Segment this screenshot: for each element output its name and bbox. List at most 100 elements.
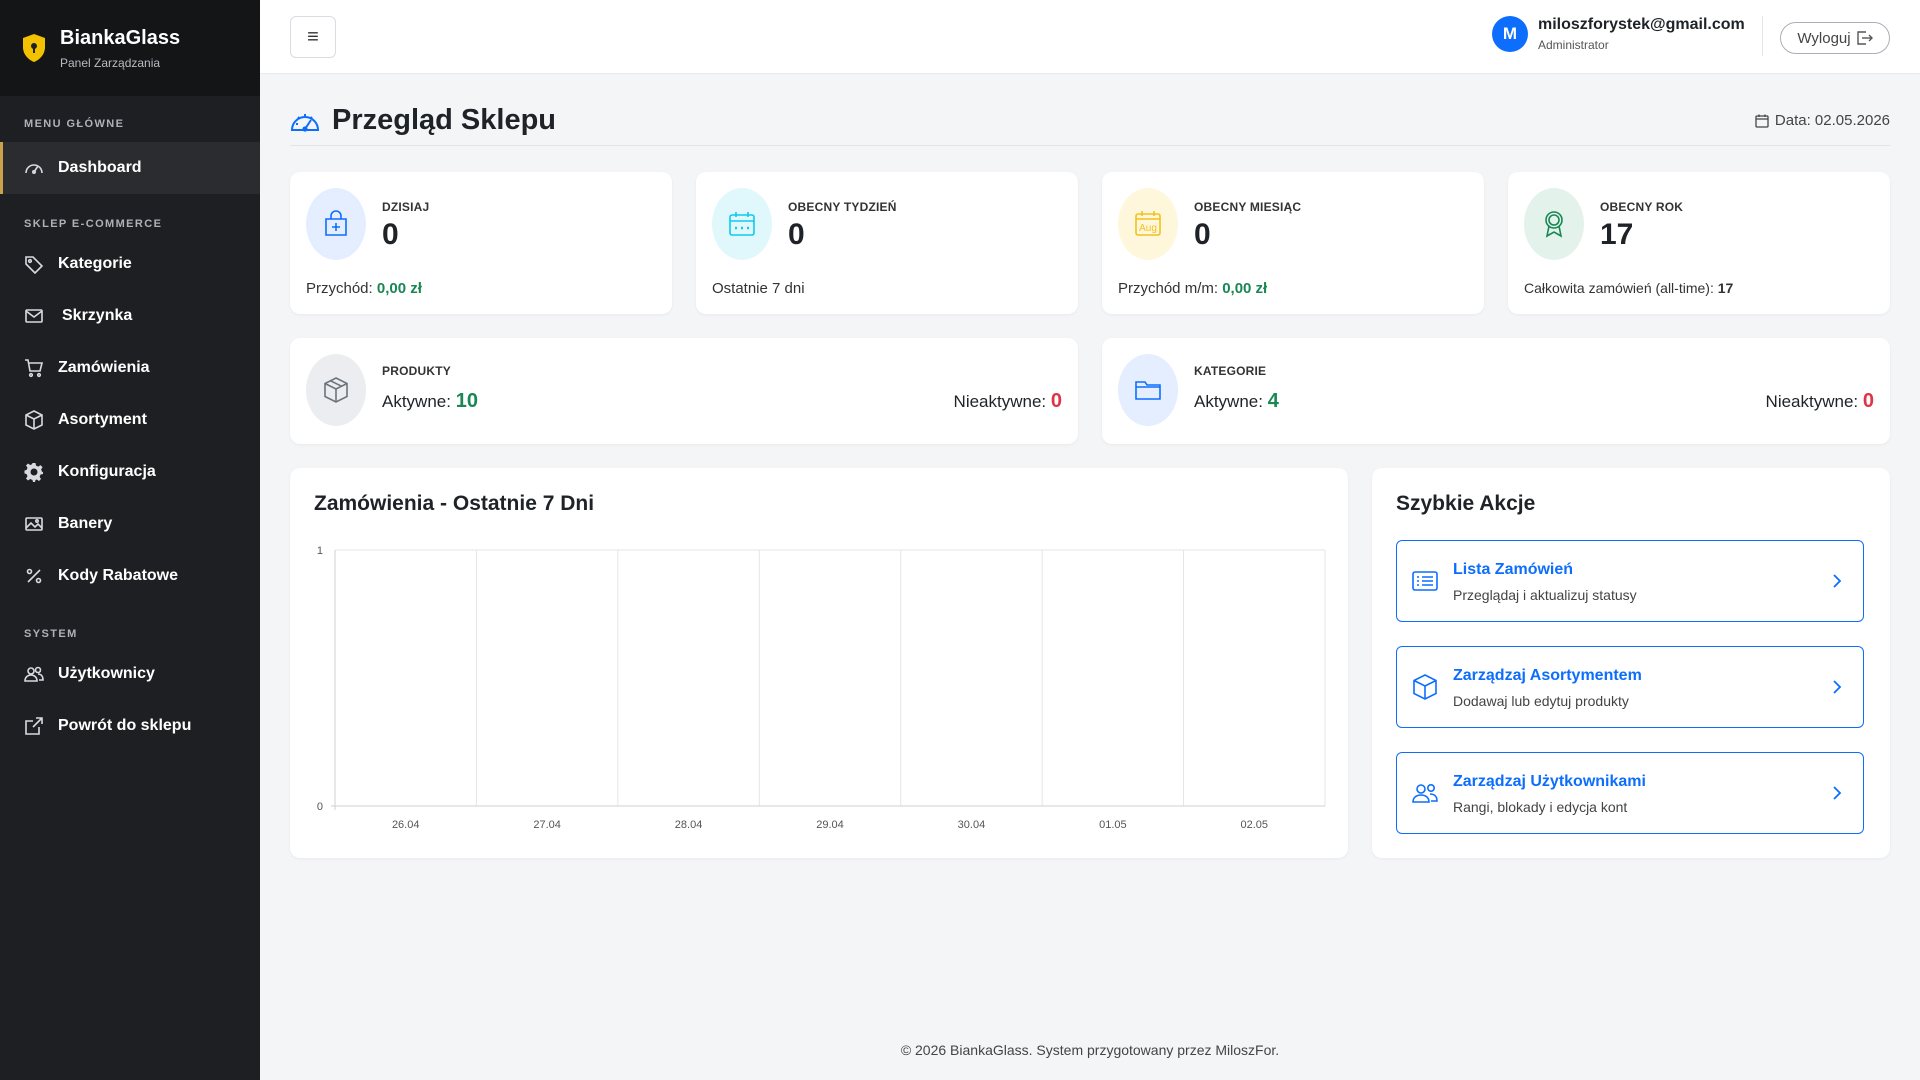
sidebar-item-label: Użytkownicy xyxy=(58,665,155,682)
inactive-count: 0 xyxy=(1050,390,1062,412)
stat-label: PRODUKTY xyxy=(382,364,451,378)
inactive-label: Nieaktywne: xyxy=(953,392,1051,411)
quick-action-manage-users[interactable]: Zarządzaj Użytkownikami Rangi, blokady i… xyxy=(1396,752,1864,834)
dashboard-gauge-icon xyxy=(25,164,43,175)
tag-icon xyxy=(25,256,44,274)
categories-card: KATEGORIE Aktywne: 4 Nieaktywne: 0 xyxy=(1102,338,1890,444)
stat-icon-wrap xyxy=(1524,188,1584,260)
people-icon xyxy=(24,666,44,682)
topbar: ≡ M miloszforystek@gmail.com Administrat… xyxy=(260,0,1920,74)
categories-active: Aktywne: 4 xyxy=(1194,390,1279,413)
products-active: Aktywne: 10 xyxy=(382,390,478,413)
image-icon xyxy=(25,517,43,531)
stat-footer: Ostatnie 7 dni xyxy=(712,280,805,297)
folder-icon xyxy=(1135,381,1161,400)
sidebar-item-uzytkownicy[interactable]: Użytkownicy xyxy=(0,648,260,700)
percent-icon xyxy=(26,568,42,584)
logout-label: Wyloguj xyxy=(1797,29,1851,47)
active-count: 4 xyxy=(1267,390,1279,412)
sidebar-item-asortyment[interactable]: Asortyment xyxy=(0,394,260,446)
revenue-value: 0,00 zł xyxy=(1222,280,1268,297)
sidebar-item-konfiguracja[interactable]: Konfiguracja xyxy=(0,446,260,498)
y-tick-label: 1 xyxy=(317,545,323,557)
external-link-icon xyxy=(25,717,43,735)
calendar-week-icon xyxy=(729,212,755,236)
stat-icon-wrap: Aug xyxy=(1118,188,1178,260)
orders-chart: 0 1 26.04 27.04 28.04 29.04 30.04 01.05 02.05 xyxy=(317,545,1326,831)
x-tick-label: 26.04 xyxy=(392,819,420,831)
quick-action-subtitle: Rangi, blokady i edycja kont xyxy=(1453,799,1628,815)
page-header: Przegląd Sklepu Data: 02.05.2026 xyxy=(290,102,1890,146)
stat-value: 17 xyxy=(1600,218,1634,251)
sidebar-item-kategorie[interactable]: Kategorie xyxy=(0,238,260,290)
x-tick-label: 01.05 xyxy=(1099,819,1127,831)
sidebar-item-zamowienia[interactable]: Zamówienia xyxy=(0,342,260,394)
hamburger-icon: ≡ xyxy=(307,25,319,48)
menu-toggle-button[interactable]: ≡ xyxy=(290,16,336,58)
stat-card-month: Aug OBECNY MIESIĄC 0 Przychód m/m: 0,00 … xyxy=(1102,172,1484,314)
quick-action-manage-products[interactable]: Zarządzaj Asortymentem Dodawaj lub edytu… xyxy=(1396,646,1864,728)
products-inactive: Nieaktywne: 0 xyxy=(954,390,1062,413)
sidebar-item-label: Konfiguracja xyxy=(58,463,156,480)
header-divider xyxy=(1762,16,1763,56)
stat-footer-label: Przychód m/m: xyxy=(1118,280,1223,297)
active-label: Aktywne: xyxy=(1194,392,1268,411)
sidebar-item-label: Kody Rabatowe xyxy=(58,567,179,584)
stat-label: OBECNY ROK xyxy=(1600,200,1684,214)
quick-action-title: Zarządzaj Użytkownikami xyxy=(1453,773,1646,790)
list-icon xyxy=(1412,571,1438,591)
user-email: miloszforystek@gmail.com xyxy=(1538,16,1745,33)
avatar: M xyxy=(1492,16,1528,52)
sidebar-item-label: Powrót do sklepu xyxy=(58,717,192,734)
box-icon xyxy=(25,410,43,430)
user-info[interactable]: M miloszforystek@gmail.com Administrator xyxy=(1492,16,1745,52)
footer: © 2026 BiankaGlass. System przygotowany … xyxy=(900,1042,1280,1058)
award-icon xyxy=(1545,211,1563,238)
x-tick-label: 02.05 xyxy=(1241,819,1269,831)
sidebar-item-kody-rabatowe[interactable]: Kody Rabatowe xyxy=(0,550,260,602)
section-system: SYSTEM xyxy=(24,628,78,640)
quick-action-title: Zarządzaj Asortymentem xyxy=(1453,667,1642,684)
box-icon xyxy=(324,377,348,403)
stat-label: OBECNY TYDZIEŃ xyxy=(788,200,897,214)
stat-footer: Przychód: 0,00 zł xyxy=(306,280,422,297)
brand-subtitle: Panel Zarządzania xyxy=(60,55,161,70)
brand[interactable]: BiankaGlass Panel Zarządzania xyxy=(0,0,260,96)
sidebar-item-banery[interactable]: Banery xyxy=(0,498,260,550)
quick-action-subtitle: Przeglądaj i aktualizuj statusy xyxy=(1453,587,1637,603)
section-main-menu: MENU GŁÓWNE xyxy=(24,118,125,130)
quick-action-subtitle: Dodawaj lub edytuj produkty xyxy=(1453,693,1629,709)
quick-action-orders-list[interactable]: Lista Zamówień Przeglądaj i aktualizuj s… xyxy=(1396,540,1864,622)
active-count: 10 xyxy=(455,390,478,412)
quick-actions-card: Szybkie Akcje Lista Zamówień Przeglądaj … xyxy=(1372,468,1890,858)
orders-chart-card: Zamówienia - Ostatnie 7 Dni 0 1 26.04 27.04… xyxy=(290,468,1348,858)
speedometer-icon xyxy=(290,114,320,132)
sidebar-item-label: Skrzynka xyxy=(62,307,133,324)
active-label: Aktywne: xyxy=(382,392,456,411)
stat-footer-label: Przychód: xyxy=(306,280,377,297)
sidebar-item-dashboard[interactable]: Dashboard xyxy=(0,142,260,194)
cart-icon xyxy=(25,359,44,378)
page-title: Przegląd Sklepu xyxy=(332,104,557,136)
shield-icon xyxy=(23,34,45,62)
categories-inactive: Nieaktywne: 0 xyxy=(1766,390,1874,413)
logout-button[interactable]: Wyloguj xyxy=(1780,22,1890,54)
quick-action-title: Lista Zamówień xyxy=(1453,561,1574,578)
user-role: Administrator xyxy=(1538,38,1609,52)
box-icon xyxy=(1413,674,1437,700)
x-tick-label: 30.04 xyxy=(958,819,986,831)
sidebar-item-skrzynka[interactable]: Skrzynka xyxy=(0,290,260,342)
x-tick-label: 27.04 xyxy=(533,819,561,831)
logout-icon xyxy=(1856,31,1873,45)
stat-card-year: OBECNY ROK 17 Całkowita zamówień (all-ti… xyxy=(1508,172,1890,314)
calendar-month-text: Aug xyxy=(1139,223,1157,234)
section-shop: SKLEP E-COMMERCE xyxy=(24,218,163,230)
sidebar-item-powrot-do-sklepu[interactable]: Powrót do sklepu xyxy=(0,700,260,752)
x-tick-label: 29.04 xyxy=(816,819,844,831)
y-tick-label: 0 xyxy=(317,801,323,813)
stat-label: DZISIAJ xyxy=(382,200,430,214)
chevron-right-icon xyxy=(1833,786,1842,800)
calendar-month-icon: Aug xyxy=(1135,211,1161,236)
revenue-value: 0,00 zł xyxy=(376,280,422,297)
envelope-icon xyxy=(25,309,43,323)
